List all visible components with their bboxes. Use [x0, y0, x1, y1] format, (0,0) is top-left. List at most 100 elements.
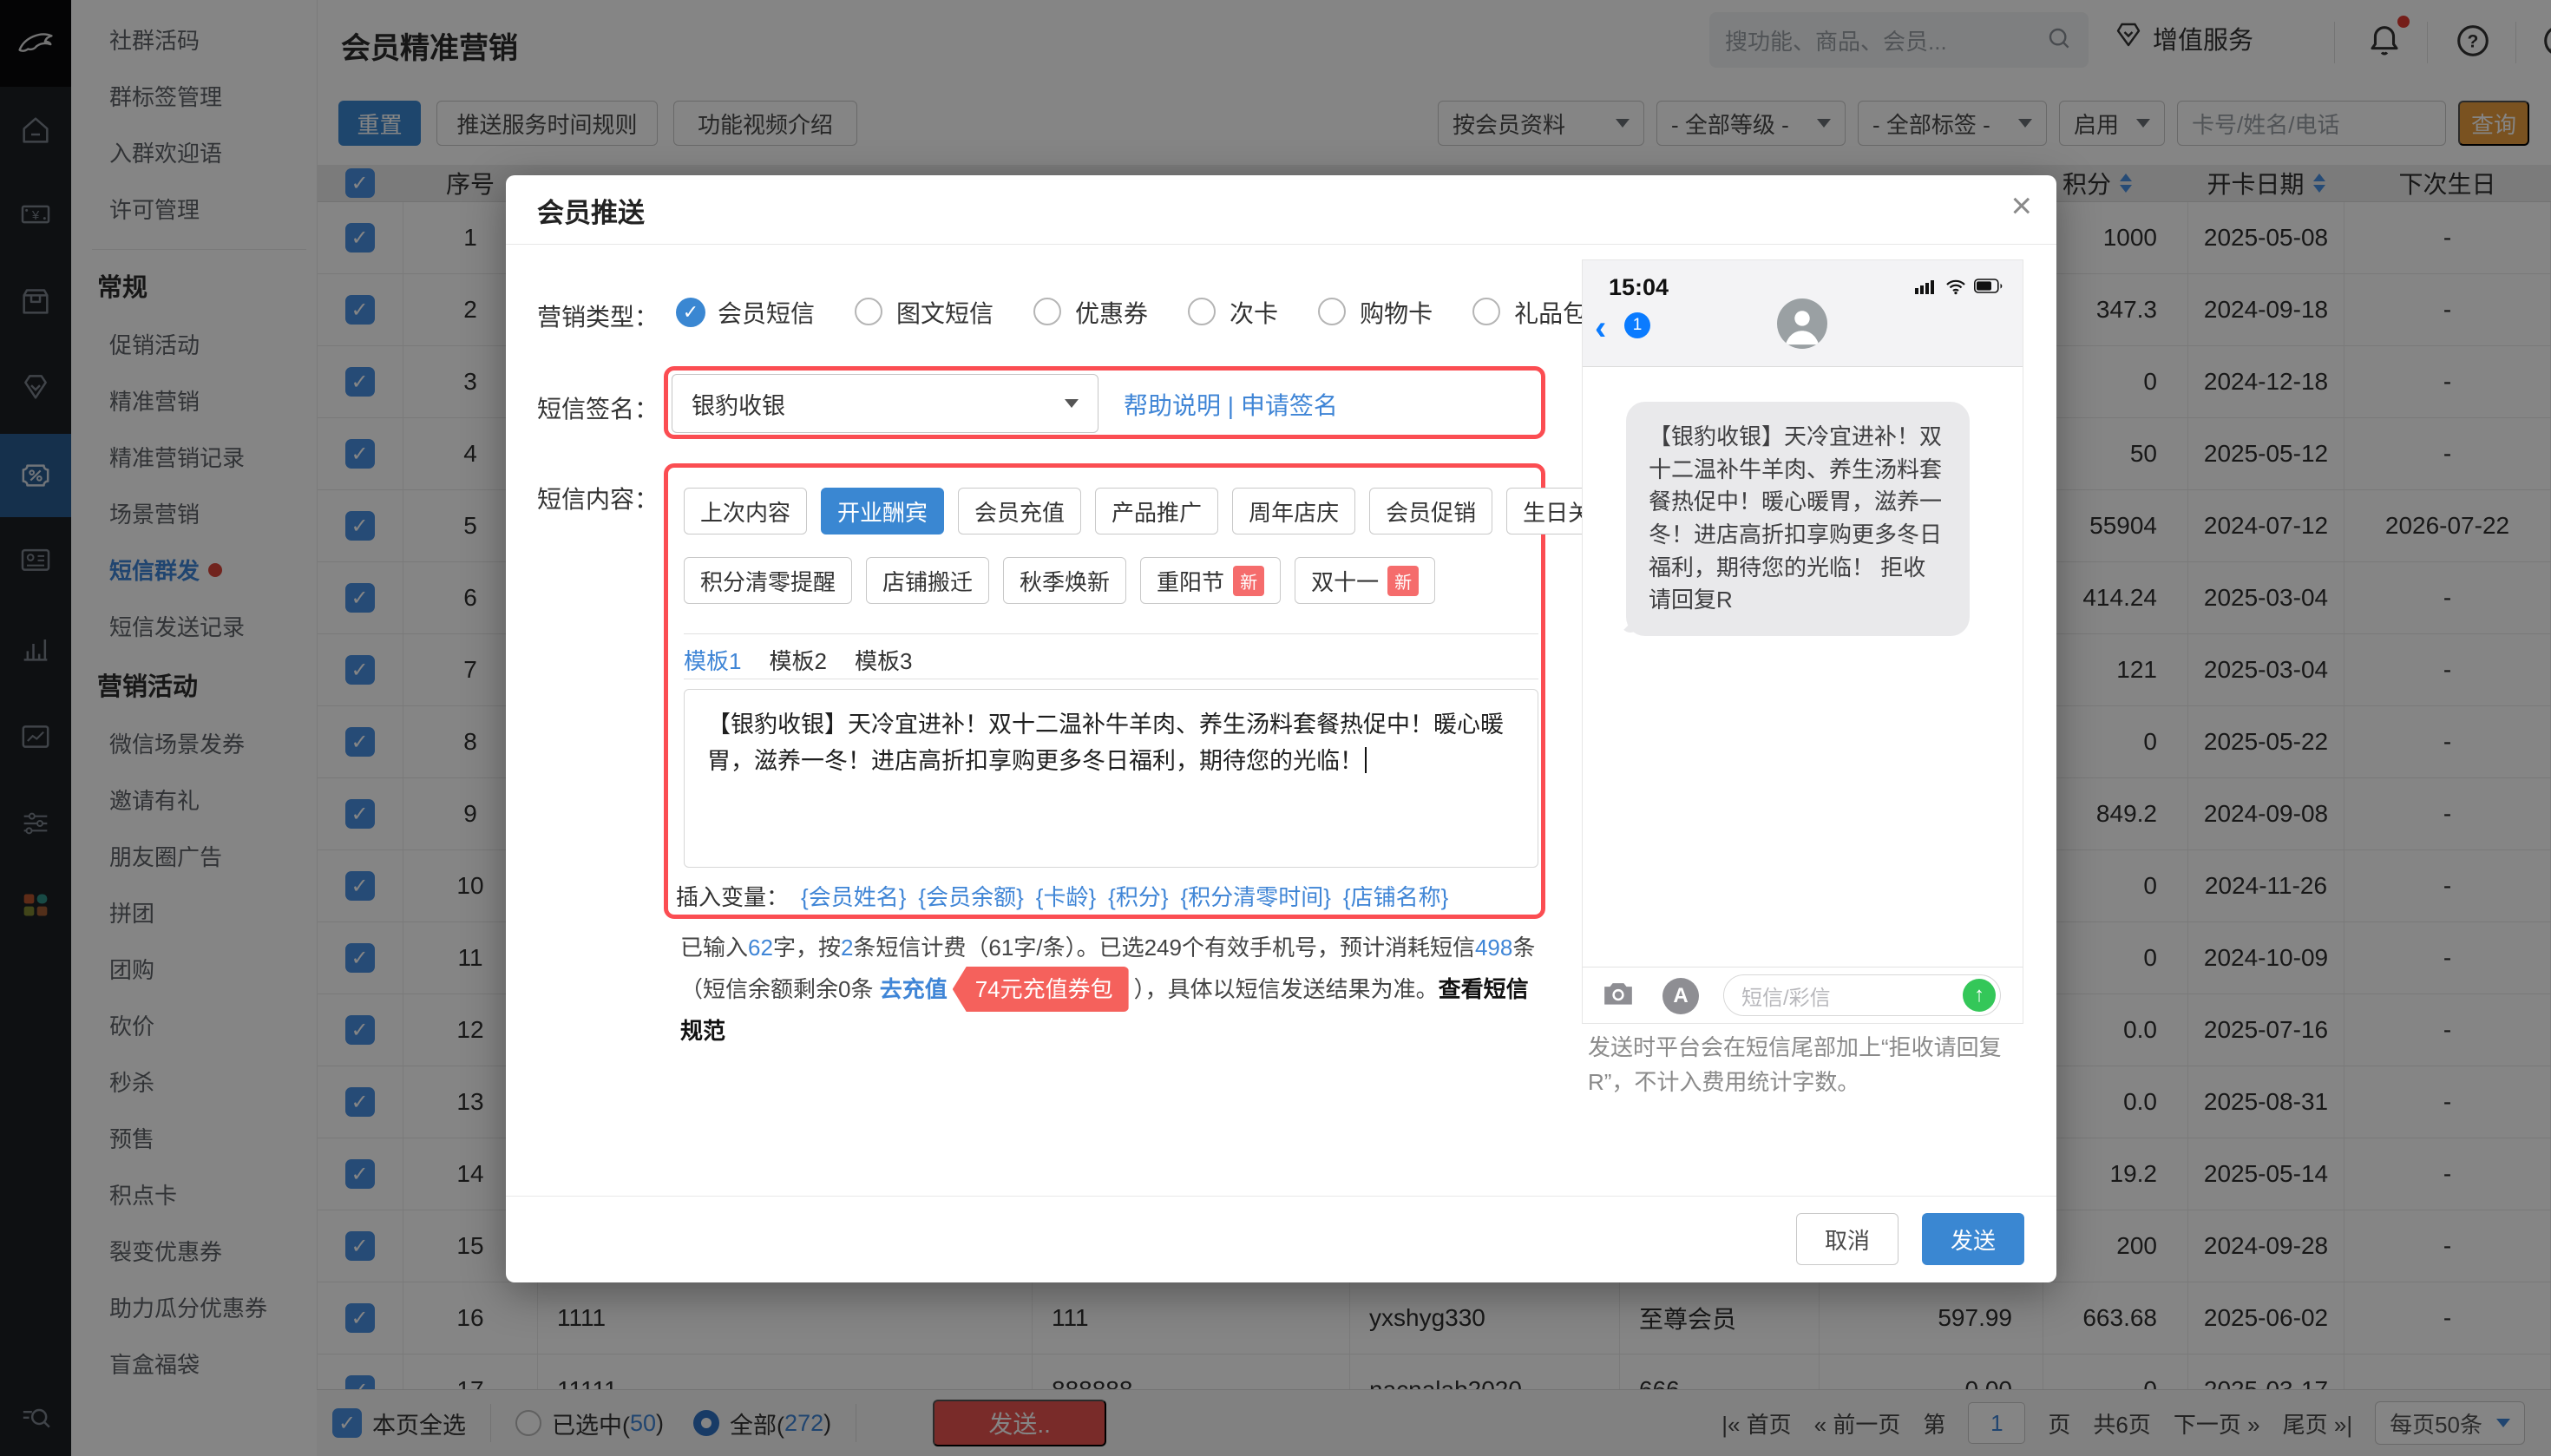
- signature-help-links[interactable]: 帮助说明 | 申请签名: [1124, 387, 1338, 422]
- tab-模板1[interactable]: 模板1: [684, 644, 741, 676]
- back-chevron-icon[interactable]: ‹: [1595, 309, 1606, 348]
- divider: [506, 244, 2056, 245]
- radio-icon: [1033, 298, 1063, 327]
- variable-link[interactable]: {卡龄}: [1036, 880, 1096, 912]
- template-category-会员促销[interactable]: 会员促销: [1369, 488, 1492, 535]
- recharge-package-tag[interactable]: 74元充值券包: [953, 967, 1129, 1012]
- template-category-label: 会员促销: [1386, 495, 1476, 528]
- marketing-option-label: 会员短信: [718, 295, 815, 330]
- insert-variables-row: 插入变量： {会员姓名} {会员余额} {卡龄} {积分} {积分清零时间} {店铺名称}: [676, 880, 1544, 912]
- radio-icon: [1318, 298, 1348, 327]
- marketing-option-礼品包[interactable]: 礼品包: [1472, 295, 1587, 330]
- template-category-label: 店铺搬迁: [882, 565, 973, 597]
- marketing-type-options: ✓ 会员短信 图文短信 优惠券 次卡 购物卡 礼品包: [676, 295, 1587, 330]
- radio-icon: [1188, 298, 1217, 327]
- template-category-label: 积分清零提醒: [700, 565, 836, 597]
- variable-link[interactable]: {会员姓名}: [801, 880, 906, 912]
- signal-icon: [1915, 278, 1938, 295]
- marketing-option-label: 礼品包: [1514, 295, 1587, 330]
- close-icon[interactable]: ×: [2010, 187, 2032, 224]
- marketing-option-购物卡[interactable]: 购物卡: [1318, 295, 1433, 330]
- sms-content-label: 短信内容：: [523, 481, 659, 515]
- marketing-option-label: 购物卡: [1360, 295, 1433, 330]
- camera-icon[interactable]: [1602, 980, 1635, 1012]
- radio-checked-icon: ✓: [676, 298, 705, 327]
- new-badge: 新: [1387, 566, 1419, 596]
- battery-icon: [1974, 279, 2003, 294]
- template-category-上次内容[interactable]: 上次内容: [684, 488, 807, 535]
- radio-icon: [1472, 298, 1502, 327]
- text-cursor: [1365, 747, 1367, 773]
- marketing-option-会员短信[interactable]: ✓ 会员短信: [676, 295, 815, 330]
- template-category-row-1: 上次内容开业酬宾会员充值产品推广周年店庆会员促销生日关怀: [684, 488, 1630, 535]
- stats-text: 条短信计费（61字/条）。已选249个有效手机号，预计消耗短信: [853, 935, 1475, 961]
- stats-text: 已输入: [680, 935, 748, 961]
- sms-signature-label: 短信签名：: [523, 390, 659, 425]
- phone-header: 15:04 ‹ 1: [1583, 260, 2023, 367]
- new-badge: 新: [1233, 566, 1264, 596]
- variable-link[interactable]: {积分清零时间}: [1181, 880, 1331, 912]
- template-category-label: 产品推广: [1112, 495, 1202, 528]
- template-category-周年店庆[interactable]: 周年店庆: [1232, 488, 1355, 535]
- stats-text: ），具体以短信发送结果为准。: [1134, 976, 1439, 1002]
- template-category-label: 上次内容: [700, 495, 790, 528]
- sms-content-textarea[interactable]: 【银豹收银】天冷宜进补！双十二温补牛羊肉、养生汤料套餐热促中！暖心暖胃，滋养一冬…: [684, 689, 1538, 868]
- sms-preview-bubble: 【银豹收银】天冷宜进补！双十二温补牛羊肉、养生汤料套餐热促中！暖心暖胃，滋养一冬…: [1626, 402, 1970, 636]
- template-category-label: 会员充值: [974, 495, 1065, 528]
- template-category-row-2: 积分清零提醒店铺搬迁秋季焕新重阳节新双十一新: [684, 557, 1435, 604]
- divider: [506, 1196, 2056, 1197]
- template-category-重阳节[interactable]: 重阳节新: [1140, 557, 1281, 604]
- marketing-type-label: 营销类型：: [523, 298, 659, 333]
- signature-value: 银豹收银: [692, 387, 785, 421]
- chevron-down-icon: [1065, 399, 1079, 408]
- marketing-option-label: 优惠券: [1075, 295, 1148, 330]
- sms-content-text: 【银豹收银】天冷宜进补！双十二温补牛羊肉、养生汤料套餐热促中！暖心暖胃，滋养一冬…: [707, 712, 1504, 774]
- template-category-label: 秋季焕新: [1020, 565, 1110, 597]
- variable-link[interactable]: {会员余额}: [918, 880, 1023, 912]
- dialog-title: 会员推送: [537, 191, 645, 230]
- send-arrow-icon[interactable]: ↑: [1963, 979, 1996, 1012]
- marketing-option-次卡[interactable]: 次卡: [1188, 295, 1278, 330]
- variable-link[interactable]: {积分}: [1108, 880, 1168, 912]
- template-category-开业酬宾[interactable]: 开业酬宾: [821, 488, 944, 535]
- template-category-双十一[interactable]: 双十一新: [1295, 557, 1435, 604]
- template-category-label: 双十一: [1311, 565, 1379, 597]
- member-push-dialog: 会员推送 × 营销类型： ✓会员短信图文短信优惠券次卡购物卡礼品包 短信签名： …: [506, 175, 2056, 1282]
- phone-input-bar: A 短信/彩信 ↑: [1583, 967, 2023, 1023]
- radio-icon: [855, 298, 884, 327]
- template-category-产品推广[interactable]: 产品推广: [1095, 488, 1218, 535]
- marketing-option-优惠券[interactable]: 优惠券: [1033, 295, 1148, 330]
- app-store-icon[interactable]: A: [1662, 978, 1699, 1014]
- stats-text: 字，按: [773, 935, 841, 961]
- cancel-button[interactable]: 取消: [1796, 1213, 1898, 1265]
- template-tabs: 模板1 模板2 模板3: [684, 644, 912, 676]
- variable-link[interactable]: {店铺名称}: [1343, 880, 1448, 912]
- avatar: [1777, 298, 1827, 349]
- wifi-icon: [1944, 278, 1967, 295]
- sms-input-placeholder: 短信/彩信: [1741, 981, 1831, 1011]
- signature-select[interactable]: 银豹收银: [672, 374, 1098, 433]
- stats-text: 62: [748, 935, 773, 961]
- tab-模板3[interactable]: 模板3: [855, 644, 912, 676]
- template-category-积分清零提醒[interactable]: 积分清零提醒: [684, 557, 852, 604]
- phone-time: 15:04: [1609, 274, 1669, 301]
- template-category-店铺搬迁[interactable]: 店铺搬迁: [866, 557, 989, 604]
- recharge-link[interactable]: 去充值: [880, 976, 948, 1002]
- phone-status-icons: [1915, 278, 2003, 295]
- divider: [684, 633, 1538, 634]
- stats-text: 498: [1475, 935, 1512, 961]
- unread-badge: 1: [1624, 312, 1650, 338]
- tab-模板2[interactable]: 模板2: [769, 644, 826, 676]
- template-category-label: 周年店庆: [1249, 495, 1339, 528]
- phone-preview: 15:04 ‹ 1 【银豹收银】天冷宜进补！双十二温补牛羊肉、养生汤料套餐热促中…: [1582, 259, 2023, 1024]
- template-category-会员充值[interactable]: 会员充值: [958, 488, 1081, 535]
- marketing-option-图文短信[interactable]: 图文短信: [855, 295, 994, 330]
- insert-variables-label: 插入变量：: [676, 880, 789, 912]
- stats-text: 2: [841, 935, 853, 961]
- template-category-label: 重阳节: [1157, 565, 1224, 597]
- sms-input-field[interactable]: 短信/彩信 ↑: [1723, 974, 2001, 1016]
- sms-stats: 已输入62字，按2条短信计费（61字/条）。已选249个有效手机号，预计消耗短信…: [680, 928, 1548, 1050]
- template-category-秋季焕新[interactable]: 秋季焕新: [1003, 557, 1126, 604]
- send-button[interactable]: 发送: [1922, 1213, 2024, 1265]
- marketing-option-label: 次卡: [1230, 295, 1278, 330]
